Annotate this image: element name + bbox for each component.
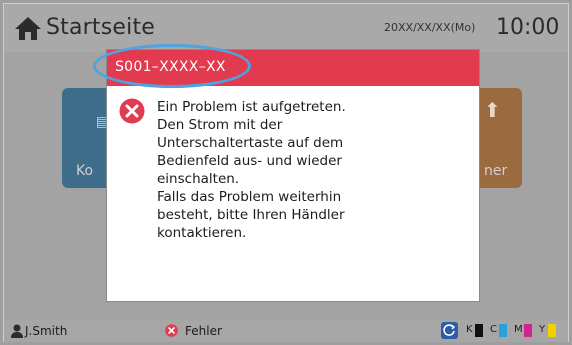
ink-level-c [499, 324, 507, 337]
ink-level-m [524, 324, 532, 337]
status-bar: J.Smith Fehler K C M Y [4, 320, 568, 342]
ink-label-m: M [514, 324, 523, 335]
user-name[interactable]: J.Smith [25, 324, 67, 338]
message-line: Bedienfeld aus- und wieder [157, 153, 342, 169]
ink-label-c: C [490, 324, 497, 335]
panel-frame: Startseite 20XX/XX/XX(Mo) 10:00 ▤ Ko ⬆ n… [3, 3, 569, 342]
page-title: Startseite [46, 15, 156, 40]
refresh-icon [443, 324, 456, 336]
date-display: 20XX/XX/XX(Mo) [384, 21, 476, 34]
header-bar: Startseite 20XX/XX/XX(Mo) 10:00 [4, 4, 568, 52]
error-x-icon [119, 98, 145, 124]
tile-scan-label: ner [484, 163, 508, 179]
ink-level-y [548, 324, 556, 337]
scan-upload-icon: ⬆ [484, 98, 501, 122]
error-message: Ein Problem ist aufgetreten. Den Strom m… [157, 98, 457, 242]
ink-label-y: Y [539, 324, 546, 335]
message-line: einschalten. [157, 171, 240, 187]
message-line: Den Strom mit der [157, 117, 283, 133]
tile-copy-label: Ko [76, 163, 94, 179]
message-line: kontaktieren. [157, 225, 247, 241]
dialog-header: S001–XXXX–XX [93, 44, 479, 88]
message-line: Ein Problem ist aufgetreten. [157, 99, 346, 115]
ink-label-k: K [466, 324, 473, 335]
ink-status-button[interactable] [441, 322, 458, 339]
time-display: 10:00 [496, 15, 560, 40]
user-icon [11, 324, 23, 338]
error-status-icon [165, 324, 178, 337]
screen: Startseite 20XX/XX/XX(Mo) 10:00 ▤ Ko ⬆ n… [0, 0, 572, 345]
message-line: Falls das Problem weiterhin [157, 189, 342, 205]
message-line: Unterschaltertaste auf dem [157, 135, 344, 151]
home-icon[interactable] [14, 15, 42, 41]
status-text: Fehler [185, 324, 222, 338]
error-code-highlight [93, 44, 251, 88]
error-dialog: S001–XXXX–XX Ein Problem ist aufgetreten… [93, 44, 479, 301]
message-line: besteht, bitte Ihren Händler [157, 207, 345, 223]
ink-level-k [475, 324, 483, 337]
